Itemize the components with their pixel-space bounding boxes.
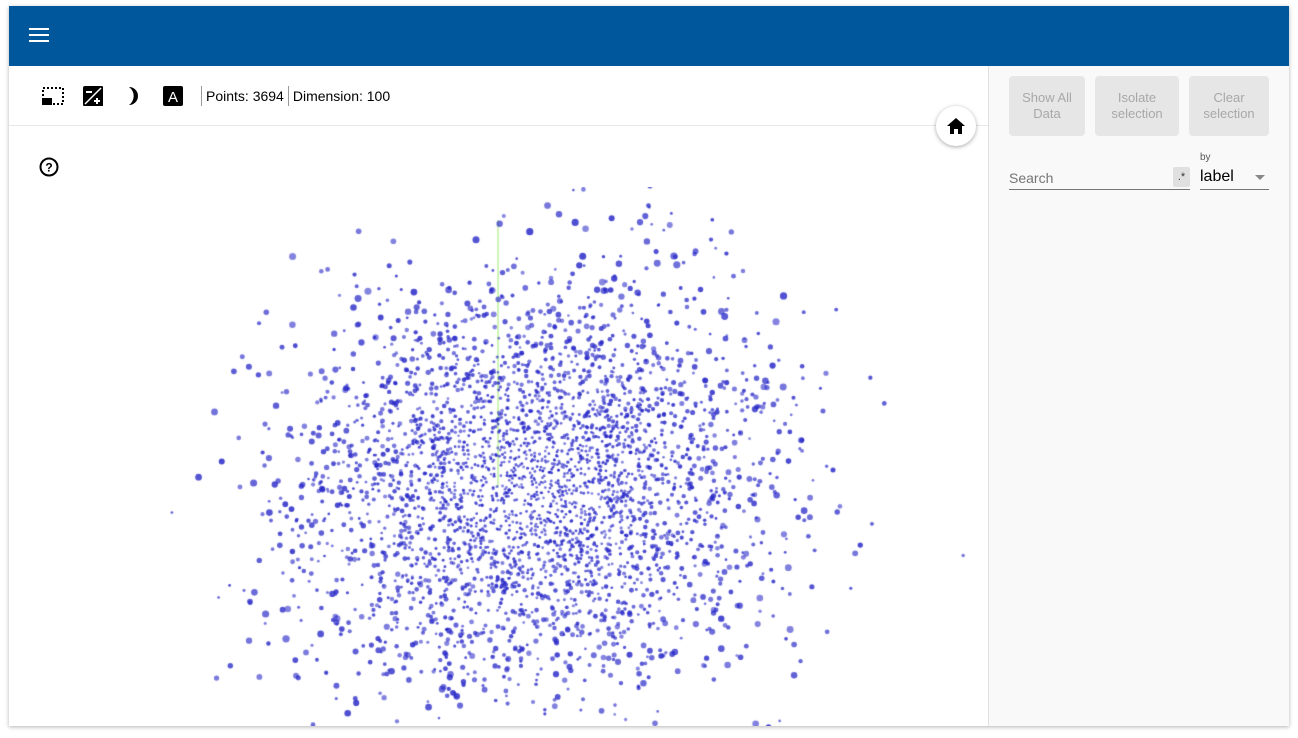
home-button[interactable] xyxy=(936,106,976,146)
clear-selection-button[interactable]: Clear selection xyxy=(1189,76,1269,136)
projection-toolbar: A Points: 3694 Dimension: 100 xyxy=(9,66,988,126)
hamburger-menu-icon[interactable] xyxy=(29,28,49,44)
app-header xyxy=(9,6,1289,66)
moon-icon[interactable] xyxy=(121,84,145,108)
home-icon xyxy=(947,118,965,134)
show-all-data-button[interactable]: Show All Data xyxy=(1009,76,1085,136)
points-count: Points: 3694 xyxy=(206,87,284,104)
label-text-icon[interactable]: A xyxy=(161,84,185,108)
svg-text:?: ? xyxy=(45,161,52,175)
help-icon[interactable]: ? xyxy=(39,157,59,177)
inspector-panel: Show All Data Isolate selection Clear se… xyxy=(988,66,1289,726)
by-label: by xyxy=(1200,152,1211,163)
divider xyxy=(287,85,289,106)
dimension-count: Dimension: 100 xyxy=(292,87,391,104)
chevron-down-icon xyxy=(1255,175,1265,180)
divider xyxy=(201,85,202,106)
regex-toggle[interactable]: .* xyxy=(1173,167,1190,187)
bounding-box-select-icon[interactable] xyxy=(41,84,65,108)
scatter-plot-canvas[interactable] xyxy=(9,187,988,726)
projector-app: A Points: 3694 Dimension: 100 ? Show All… xyxy=(9,6,1289,726)
isolate-selection-button[interactable]: Isolate selection xyxy=(1095,76,1179,136)
search-by-select[interactable]: label xyxy=(1200,166,1269,190)
search-by-value: label xyxy=(1200,168,1234,185)
search-input[interactable] xyxy=(1009,166,1190,190)
projection-panel: A Points: 3694 Dimension: 100 xyxy=(9,66,988,726)
night-mode-exposure-icon[interactable] xyxy=(81,84,105,108)
svg-text:A: A xyxy=(168,89,178,106)
